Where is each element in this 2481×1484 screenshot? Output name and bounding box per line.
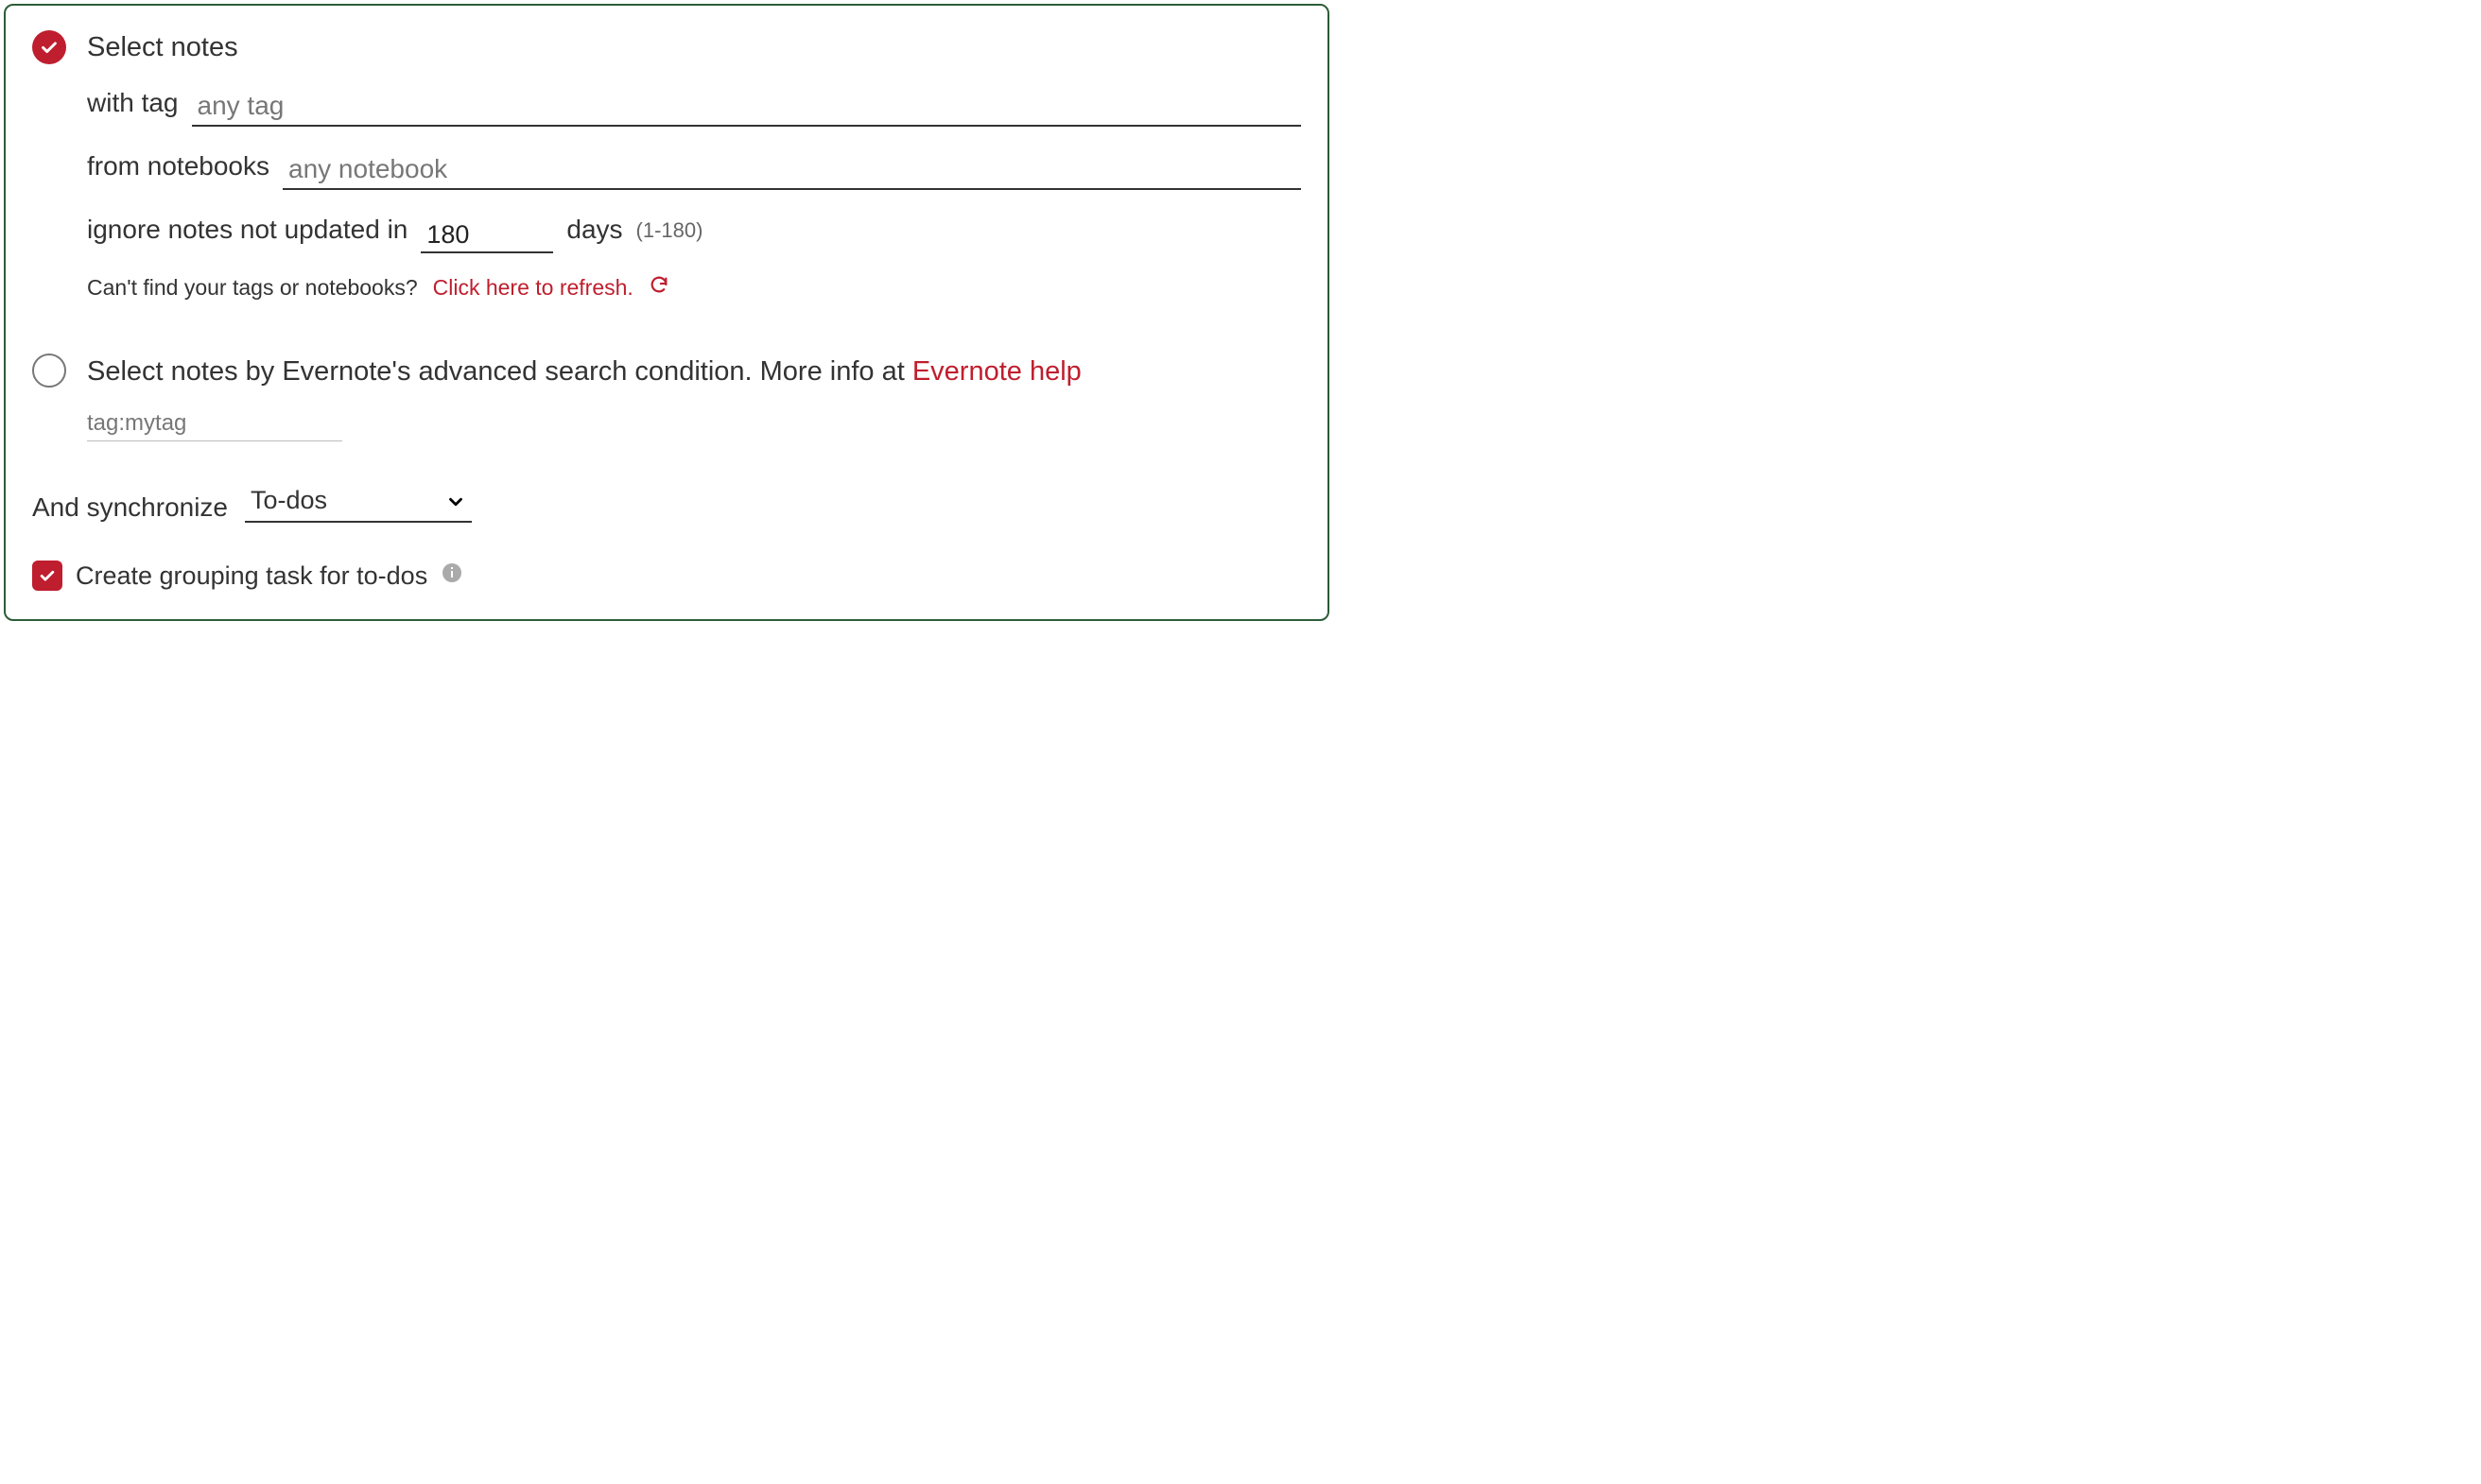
- grouping-checkbox[interactable]: [32, 561, 62, 591]
- staleness-label: ignore notes not updated in: [87, 211, 408, 253]
- check-icon: [39, 37, 60, 58]
- staleness-suffix: days: [566, 211, 622, 253]
- notebook-line: from notebooks: [87, 147, 1301, 190]
- refresh-icon[interactable]: [649, 272, 669, 302]
- option2-text: Select notes by Evernote's advanced sear…: [87, 352, 1301, 391]
- sync-line: And synchronize To-dos: [32, 485, 1301, 523]
- sync-select[interactable]: To-dos: [245, 485, 472, 523]
- radio-advanced-search[interactable]: [32, 354, 66, 388]
- check-icon: [38, 566, 57, 585]
- option-advanced-search: Select notes by Evernote's advanced sear…: [32, 352, 1301, 441]
- info-icon[interactable]: [441, 561, 463, 591]
- refresh-link[interactable]: Click here to refresh.: [433, 272, 633, 302]
- staleness-input[interactable]: [421, 218, 553, 253]
- sync-label: And synchronize: [32, 492, 228, 523]
- grouping-label: Create grouping task for to-dos: [76, 561, 427, 591]
- option2-prefix: Select notes by Evernote's advanced sear…: [87, 356, 912, 387]
- staleness-line: ignore notes not updated in days (1-180): [87, 211, 1301, 253]
- chevron-down-icon: [445, 489, 466, 519]
- refresh-question: Can't find your tags or notebooks?: [87, 272, 418, 302]
- config-panel: Select notes with tag from notebooks ign…: [4, 4, 1329, 621]
- notebook-label: from notebooks: [87, 147, 269, 190]
- refresh-helper: Can't find your tags or notebooks? Click…: [87, 272, 1301, 302]
- radio-select-notes[interactable]: [32, 30, 66, 64]
- option1-title: Select notes: [87, 28, 1301, 67]
- staleness-range-hint: (1-180): [636, 216, 703, 253]
- notebook-input[interactable]: [283, 152, 1301, 190]
- tag-label: with tag: [87, 84, 179, 127]
- advanced-search-input[interactable]: [87, 408, 342, 441]
- option-select-notes: Select notes with tag from notebooks ign…: [32, 28, 1301, 340]
- grouping-line: Create grouping task for to-dos: [32, 561, 1301, 591]
- sync-select-value: To-dos: [251, 486, 327, 514]
- tag-input[interactable]: [192, 89, 1302, 127]
- tag-line: with tag: [87, 84, 1301, 127]
- evernote-help-link[interactable]: Evernote help: [912, 356, 1082, 387]
